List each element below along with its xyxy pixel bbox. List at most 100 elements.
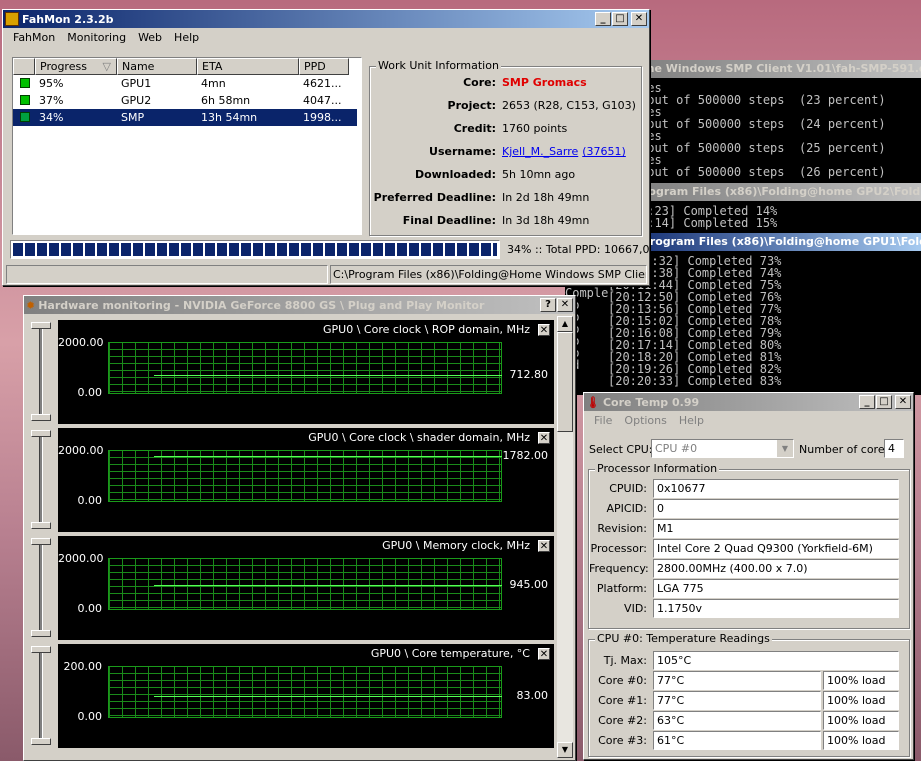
slider-track (39, 542, 43, 634)
chevron-down-icon: ▼ (777, 440, 793, 457)
core-load-value: 100% load (823, 730, 899, 750)
name-cell: GPU2 (121, 94, 152, 107)
name-cell: SMP (121, 111, 145, 124)
eta-cell: 6h 58mn (201, 94, 251, 107)
menu-fahmon[interactable]: FahMon (7, 31, 61, 44)
range-slider[interactable] (28, 644, 54, 748)
coretemp-titlebar[interactable]: 🌡 Core Temp 0.99 _ □ ✕ (584, 393, 913, 411)
fahmon-titlebar[interactable]: FahMon 2.3.2b _ □ ✕ (3, 10, 649, 28)
core-label: Core #1: (598, 693, 647, 707)
menu-monitoring[interactable]: Monitoring (61, 31, 132, 44)
slider-top-handle[interactable] (31, 430, 51, 437)
wu-key: Username: (429, 145, 496, 158)
close-icon[interactable]: ✕ (538, 648, 550, 660)
maximize-button[interactable]: □ (876, 395, 892, 409)
slider-track (39, 326, 43, 418)
client-list[interactable]: Progress ▽ Name ETA PPD 95% GPU1 4mn 4621..… (12, 57, 362, 235)
graph-title: GPU0 \ Core clock \ shader domain, MHz (308, 431, 530, 444)
vertical-scrollbar[interactable]: ▲ ▼ (557, 316, 573, 758)
graph-title: GPU0 \ Core temperature, °C (370, 647, 530, 660)
slider-bottom-handle[interactable] (31, 414, 51, 421)
proc-info-title: Processor Information (595, 462, 720, 475)
hwmon-title: Hardware monitoring - NVIDIA GeForce 880… (38, 298, 485, 312)
console-smp-title: me Windows SMP Client V1.01\fah-SMP-591.… (640, 60, 921, 78)
menu-help[interactable]: Help (673, 414, 710, 427)
progress-cell: 37% (39, 94, 64, 107)
wu-value: In 2d 18h 49mn (502, 191, 590, 204)
close-button[interactable]: ✕ (557, 298, 573, 312)
core-load-value: 100% load (823, 710, 899, 730)
close-icon[interactable]: ✕ (538, 540, 550, 552)
slider-bottom-handle[interactable] (31, 738, 51, 745)
close-button[interactable]: ✕ (631, 12, 647, 26)
menu-help[interactable]: Help (168, 31, 205, 44)
maximize-button[interactable]: □ (612, 12, 628, 26)
proc-info-value: Intel Core 2 Quad Q9300 (Yorkfield-6M) (653, 538, 899, 558)
tjmax-label: Tj. Max: (603, 653, 647, 667)
client-row[interactable]: 34% SMP 13h 54mn 1998... (13, 109, 357, 126)
client-row[interactable]: 95% GPU1 4mn 4621... (13, 75, 357, 92)
wu-row: Preferred Deadline: In 2d 18h 49mn (370, 188, 640, 208)
proc-info-label: CPUID: (609, 481, 647, 495)
console-gpu1-titlebar[interactable]: ▣ C:\Program Files (x86)\Folding@home GP… (608, 233, 921, 251)
graph-row: GPU0 \ Memory clock, MHz ✕ 2000.00 0.00 945.… (28, 536, 560, 640)
range-slider[interactable] (28, 536, 54, 640)
graph-max-label: 200.00 (63, 660, 103, 673)
minimize-button[interactable]: _ (859, 395, 875, 409)
close-icon[interactable]: ✕ (538, 432, 550, 444)
core-load-value: 100% load (823, 690, 899, 710)
core-temp-value: 77°C (653, 690, 821, 710)
header-progress[interactable]: Progress ▽ (35, 58, 117, 75)
graph-max-label: 2000.00 (58, 336, 104, 349)
core-temp-row: Core #2: 63°C 100% load (589, 710, 899, 730)
ppd-cell: 1998... (303, 111, 342, 124)
graph-current-value: 945.00 (509, 578, 549, 591)
graph-title: GPU0 \ Core clock \ ROP domain, MHz (323, 323, 530, 336)
scroll-thumb[interactable] (557, 332, 573, 432)
graph-min-label: 0.00 (77, 386, 103, 399)
header-eta[interactable]: ETA (197, 58, 299, 75)
wu-key: Final Deadline: (402, 214, 496, 227)
minimize-button[interactable]: _ (595, 12, 611, 26)
core-temp-value: 63°C (653, 710, 821, 730)
status-cell (13, 92, 35, 109)
header-name[interactable]: Name (117, 58, 197, 75)
header-ppd[interactable]: PPD (299, 58, 349, 75)
proc-info-row: VID: 1.1750v (589, 598, 899, 618)
core-label: Core #0: (598, 673, 647, 687)
console-gpu2-title: rogram Files (x86)\Folding@home GPU2\Fol… (640, 183, 921, 201)
slider-bottom-handle[interactable] (31, 630, 51, 637)
select-cpu-dropdown[interactable]: CPU #0 ▼ (651, 439, 794, 458)
help-button[interactable]: ? (540, 298, 556, 312)
slider-top-handle[interactable] (31, 646, 51, 653)
coretemp-title: Core Temp 0.99 (602, 395, 700, 409)
menu-options[interactable]: Options (618, 414, 672, 427)
range-slider[interactable] (28, 428, 54, 532)
temp-group: CPU #0: Temperature Readings Tj. Max: 10… (588, 632, 910, 757)
wu-row: Core: SMP Gromacs (370, 73, 640, 93)
close-button[interactable]: ✕ (895, 395, 911, 409)
slider-top-handle[interactable] (31, 322, 51, 329)
status-square-icon (20, 78, 30, 88)
menu-file[interactable]: File (588, 414, 618, 427)
graph-line (154, 375, 502, 376)
hwmon-titlebar[interactable]: ✹ Hardware monitoring - NVIDIA GeForce 8… (24, 296, 575, 314)
user-id-link[interactable]: (37651) (582, 142, 626, 162)
core-temp-row: Core #1: 77°C 100% load (589, 690, 899, 710)
menu-web[interactable]: Web (132, 31, 168, 44)
fahmon-menubar: FahMon Monitoring Web Help (3, 28, 649, 47)
graph-min-label: 0.00 (77, 710, 103, 723)
slider-bottom-handle[interactable] (31, 522, 51, 529)
range-slider[interactable] (28, 320, 54, 424)
console-gpu1: ▣ C:\Program Files (x86)\Folding@home GP… (608, 233, 921, 395)
header-status[interactable] (13, 58, 35, 75)
client-row[interactable]: 37% GPU2 6h 58mn 4047... (13, 92, 357, 109)
status-square-icon (20, 95, 30, 105)
slider-top-handle[interactable] (31, 538, 51, 545)
progress-fill (13, 243, 497, 256)
username-link[interactable]: Kjell_M._Sarre (502, 142, 578, 162)
scroll-down-button[interactable]: ▼ (557, 742, 573, 758)
close-icon[interactable]: ✕ (538, 324, 550, 336)
scroll-up-button[interactable]: ▲ (557, 316, 573, 332)
progress-cell: 34% (39, 111, 64, 124)
